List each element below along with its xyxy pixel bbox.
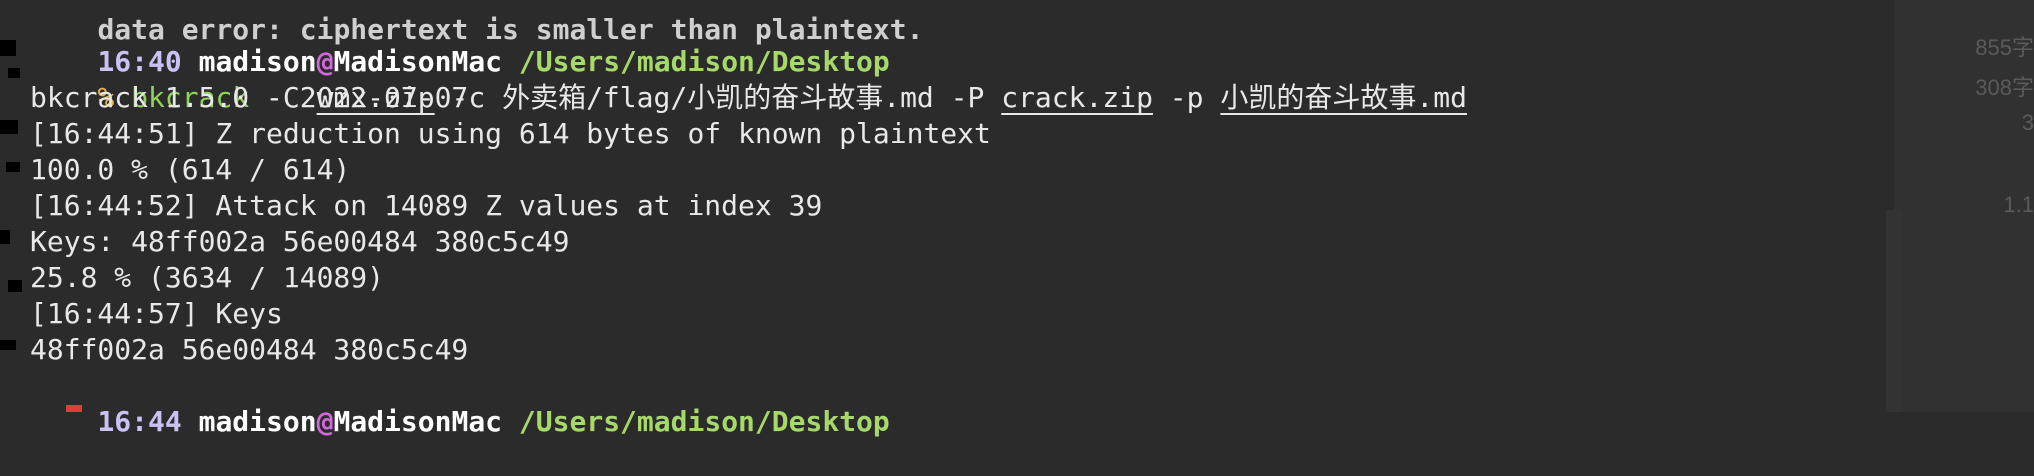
bg-value-3: 3 <box>2021 110 2034 135</box>
flag-p: -p <box>1169 81 1204 114</box>
scrollbar-track[interactable] <box>1886 210 1902 412</box>
output-line: Keys: 48ff002a 56e00484 380c5c49 <box>30 225 570 258</box>
arg-plain-zip: crack.zip <box>1001 81 1153 114</box>
flag-P: -P <box>950 81 985 114</box>
prompt-line-2: 16:44 madison@MadisonMac /Users/madison/… <box>30 368 890 476</box>
prompt-host: MadisonMac <box>333 405 503 438</box>
output-line: [16:44:52] Attack on 14089 Z values at i… <box>30 189 823 222</box>
output-line: [16:44:57] Keys <box>30 297 283 330</box>
arg-plain-entry: 小凯的奋斗故事.md <box>1220 81 1467 114</box>
output-line: 48ff002a 56e00484 380c5c49 <box>30 333 469 366</box>
bg-value-4: 1.1 <box>2003 192 2034 217</box>
output-line: [16:44:51] Z reduction using 614 bytes o… <box>30 117 991 150</box>
bg-word-count-1: 855字 <box>1975 35 2034 60</box>
output-line: 100.0 % (614 / 614) <box>30 153 351 186</box>
prompt-time: 16:44 <box>97 405 182 438</box>
terminal-cursor <box>66 405 82 412</box>
arg-cipher-entry: 外卖箱/flag/小凯的奋斗故事.md <box>502 81 934 114</box>
output-line: 25.8 % (3634 / 14089) <box>30 261 385 294</box>
bg-word-count-2: 308字 <box>1975 75 2034 100</box>
background-window-panel: 855字 308字 3 1.1 <box>1894 0 2034 412</box>
prompt-at: @ <box>316 405 334 438</box>
output-line: bkcrack 1.5.0 - 2022-07-07 <box>30 81 469 114</box>
terminal-window[interactable]: data error: ciphertext is smaller than p… <box>0 0 1880 438</box>
prompt-user: madison <box>198 405 317 438</box>
prompt-path: /Users/madison/Desktop <box>518 405 890 438</box>
